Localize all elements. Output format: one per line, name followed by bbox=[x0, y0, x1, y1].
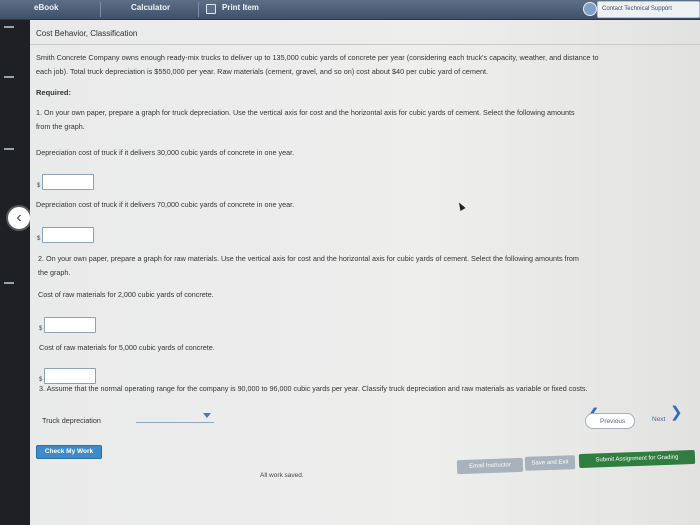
save-status: All work saved. bbox=[260, 472, 304, 479]
problem-intro: Smith Concrete Company owns enough ready… bbox=[36, 51, 696, 79]
dollar-sign: $ bbox=[37, 236, 41, 242]
question-line: 2. On your own paper, prepare a graph fo… bbox=[38, 254, 579, 263]
support-icon[interactable] bbox=[583, 2, 597, 16]
save-and-exit-button[interactable]: Save and Exit bbox=[524, 455, 576, 471]
q2a-input[interactable] bbox=[44, 317, 96, 333]
question-2b-text: Cost of raw materials for 5,000 cubic ya… bbox=[39, 343, 215, 352]
submit-assignment-button[interactable]: Submit Assignment for Grading bbox=[578, 449, 696, 469]
contact-support-button[interactable]: Contact Technical Support bbox=[597, 1, 700, 18]
question-2a-text: Cost of raw materials for 2,000 cubic ya… bbox=[38, 290, 214, 299]
edge-mark bbox=[4, 76, 14, 78]
question-3-text: 3. Assume that the normal operating rang… bbox=[39, 384, 588, 393]
q1a-input[interactable] bbox=[42, 174, 94, 190]
required-heading: Required: bbox=[36, 88, 72, 97]
mouse-cursor-icon bbox=[456, 201, 466, 211]
edge-mark bbox=[4, 26, 14, 28]
back-arrow-icon[interactable]: ‹ bbox=[6, 205, 32, 231]
question-line: the graph. bbox=[38, 268, 71, 277]
top-toolbar: eBook Calculator Print Item Contact Tech… bbox=[0, 0, 700, 20]
previous-button[interactable]: Previous bbox=[585, 413, 635, 429]
problem-page: Cost Behavior, Classification Smith Conc… bbox=[30, 20, 700, 525]
email-instructor-button[interactable]: Email Instructor bbox=[456, 457, 524, 475]
calculator-button[interactable]: Calculator bbox=[131, 3, 170, 12]
chevron-down-icon[interactable] bbox=[203, 413, 211, 418]
intro-line: each job). Total truck depreciation is $… bbox=[36, 67, 489, 76]
question-line: 1. On your own paper, prepare a graph fo… bbox=[36, 108, 575, 117]
ebook-button[interactable]: eBook bbox=[34, 3, 58, 12]
toolbar-divider bbox=[198, 2, 199, 17]
title-divider bbox=[30, 44, 700, 45]
dollar-sign: $ bbox=[37, 183, 41, 189]
check-my-work-button[interactable]: Check My Work bbox=[36, 445, 102, 459]
toolbar-divider bbox=[100, 2, 101, 17]
print-icon[interactable] bbox=[206, 4, 216, 14]
dollar-sign: $ bbox=[39, 326, 43, 332]
question-1-text: 1. On your own paper, prepare a graph fo… bbox=[36, 106, 696, 134]
q1b-input[interactable] bbox=[42, 227, 94, 243]
question-line: from the graph. bbox=[36, 122, 85, 131]
truck-depreciation-label: Truck depreciation bbox=[42, 416, 101, 425]
question-2-text: 2. On your own paper, prepare a graph fo… bbox=[38, 252, 694, 280]
truck-depreciation-select[interactable] bbox=[136, 422, 214, 423]
question-1a-text: Depreciation cost of truck if it deliver… bbox=[36, 148, 295, 157]
edge-mark bbox=[4, 148, 14, 150]
chevron-right-icon[interactable]: ❯ bbox=[670, 405, 683, 420]
problem-title: Cost Behavior, Classification bbox=[36, 29, 138, 38]
question-1b-text: Depreciation cost of truck if it deliver… bbox=[36, 200, 295, 209]
edge-mark bbox=[4, 282, 14, 284]
intro-line: Smith Concrete Company owns enough ready… bbox=[36, 53, 599, 62]
print-item-button[interactable]: Print Item bbox=[222, 3, 259, 12]
left-edge bbox=[0, 20, 30, 525]
